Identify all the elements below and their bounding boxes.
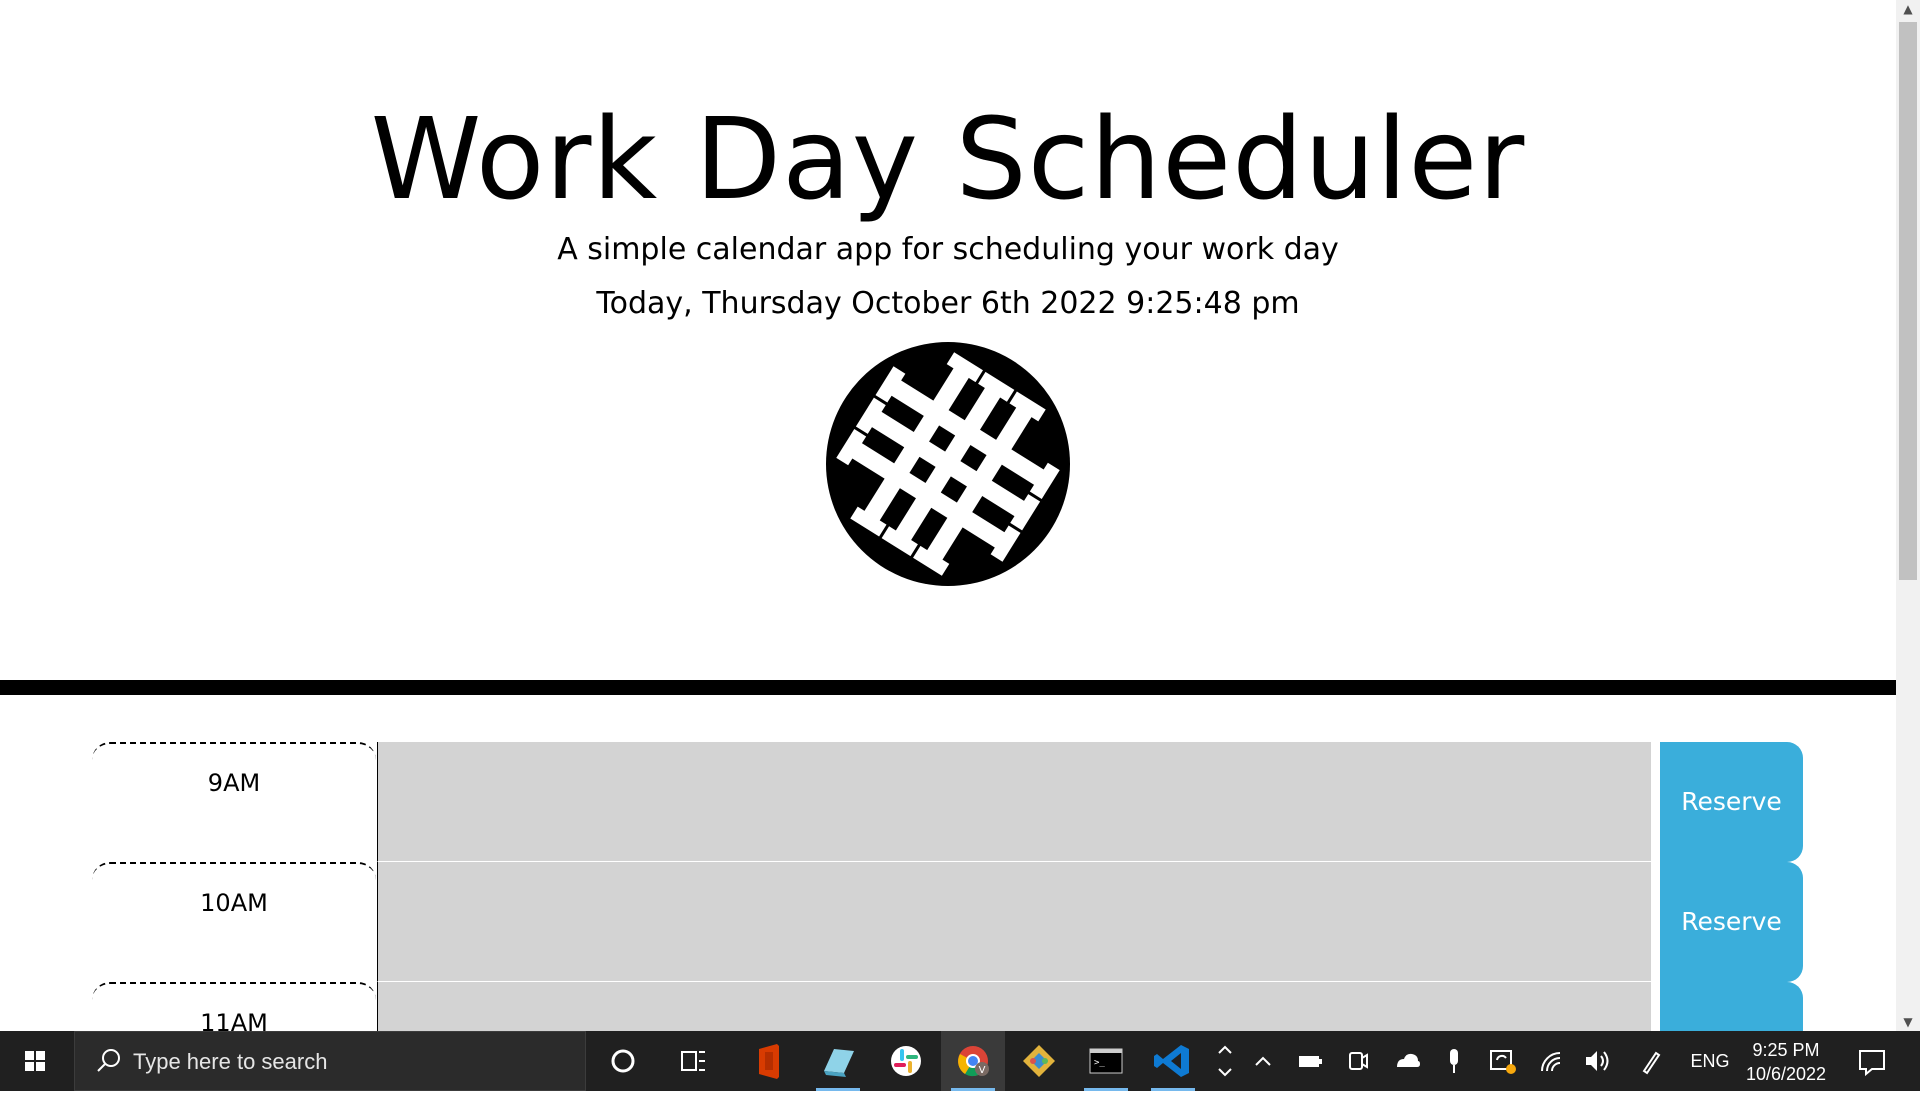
onedrive-icon[interactable] bbox=[1392, 1031, 1422, 1091]
scroll-up-icon[interactable]: ▲ bbox=[1896, 0, 1920, 18]
timeblock-row-11am: 11AM Reserve bbox=[92, 982, 1803, 1031]
timeblock-row-10am: 10AM Reserve bbox=[92, 862, 1803, 982]
event-description-input[interactable] bbox=[377, 982, 1651, 1031]
timeblock-row-9am: 9AM Reserve bbox=[92, 742, 1803, 862]
svg-text:V: V bbox=[979, 1065, 986, 1076]
cortana-icon[interactable] bbox=[591, 1031, 655, 1091]
clock-time[interactable]: 9:25 PM bbox=[1736, 1039, 1836, 1061]
terminal-icon[interactable]: >_ bbox=[1074, 1031, 1138, 1091]
event-description-input[interactable] bbox=[377, 742, 1651, 862]
event-description-input[interactable] bbox=[377, 862, 1651, 982]
hour-label: 9AM bbox=[92, 742, 376, 862]
reserve-button[interactable]: Reserve bbox=[1660, 982, 1803, 1031]
volume-icon[interactable] bbox=[1582, 1031, 1612, 1091]
reserve-button[interactable]: Reserve bbox=[1660, 742, 1803, 862]
page-subtitle: A simple calendar app for scheduling you… bbox=[557, 232, 1339, 267]
windows-taskbar: Type here to search V >_ ENG 9:25 PM 10/… bbox=[0, 1031, 1920, 1091]
scroll-down-icon[interactable]: ▼ bbox=[1896, 1013, 1920, 1031]
scrollbar-thumb[interactable] bbox=[1899, 22, 1917, 580]
microphone-icon[interactable] bbox=[1440, 1031, 1468, 1091]
chrome-icon[interactable]: V bbox=[941, 1031, 1005, 1091]
show-hidden-icons-icon[interactable] bbox=[1248, 1031, 1278, 1091]
browser-viewport: Work Day Scheduler A simple calendar app… bbox=[0, 0, 1896, 1031]
wifi-icon[interactable] bbox=[1536, 1031, 1566, 1091]
windows-logo-icon bbox=[25, 1051, 45, 1071]
page-title: Work Day Scheduler bbox=[370, 95, 1526, 225]
hour-label: 11AM bbox=[92, 982, 376, 1031]
svg-text:>_: >_ bbox=[1094, 1058, 1105, 1068]
start-button[interactable] bbox=[0, 1031, 70, 1091]
vscode-icon[interactable] bbox=[1141, 1031, 1205, 1091]
page-scrollbar[interactable]: ▲ ▼ bbox=[1896, 0, 1920, 1031]
sync-status-icon[interactable] bbox=[1486, 1031, 1518, 1091]
notification-icon[interactable] bbox=[1850, 1031, 1894, 1091]
task-view-icon[interactable] bbox=[661, 1031, 725, 1091]
hour-label: 10AM bbox=[92, 862, 376, 982]
page-header: Work Day Scheduler A simple calendar app… bbox=[0, 0, 1896, 678]
clock-date[interactable]: 10/6/2022 bbox=[1736, 1063, 1836, 1085]
notepad-icon[interactable] bbox=[806, 1031, 870, 1091]
header-divider bbox=[0, 680, 1896, 695]
search-placeholder: Type here to search bbox=[133, 1049, 328, 1074]
meet-now-icon[interactable] bbox=[1344, 1031, 1372, 1091]
reserve-button[interactable]: Reserve bbox=[1660, 862, 1803, 982]
office-icon[interactable] bbox=[737, 1031, 801, 1091]
input-language[interactable]: ENG bbox=[1680, 1031, 1740, 1091]
git-icon[interactable] bbox=[1007, 1031, 1071, 1091]
search-icon bbox=[97, 1049, 120, 1072]
taskbar-scroll[interactable] bbox=[1212, 1031, 1238, 1091]
taskbar-search-box[interactable]: Type here to search bbox=[74, 1031, 586, 1091]
battery-icon[interactable] bbox=[1296, 1031, 1324, 1091]
pen-workspace-icon[interactable] bbox=[1636, 1031, 1666, 1091]
waffle-logo-icon bbox=[826, 342, 1070, 586]
slack-icon[interactable] bbox=[874, 1031, 938, 1091]
current-date-time: Today, Thursday October 6th 2022 9:25:48… bbox=[596, 286, 1300, 321]
